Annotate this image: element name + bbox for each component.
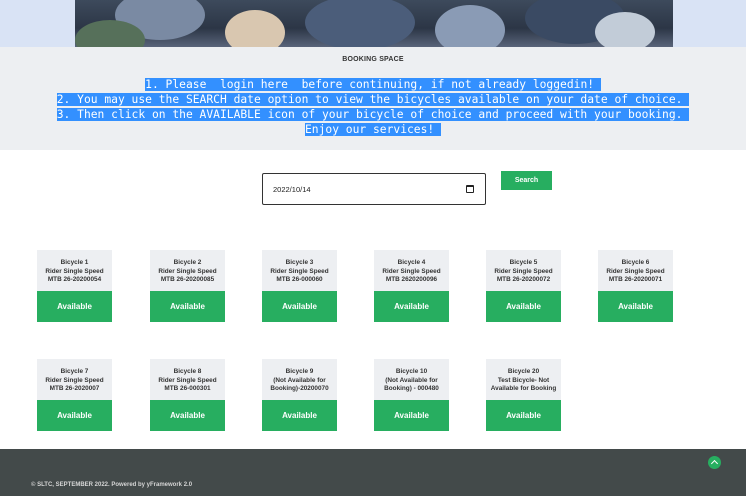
bicycle-details: Bicycle 3 Rider Single Speed MTB 26-000060 (262, 250, 337, 291)
bicycle-detail-line: Bicycle 9 (285, 368, 314, 375)
calendar-icon[interactable] (466, 185, 474, 193)
bicycle-details: Bicycle 6 Rider Single Speed MTB 26-202000… (598, 250, 673, 291)
bicycle-details: Bicycle 1 Rider Single Speed MTB 26-202000… (37, 250, 112, 291)
bicycle-detail-line: Bicycle 3 (285, 259, 314, 266)
bicycle-card: Bicycle 5 Rider Single Speed MTB 26-202000… (486, 250, 561, 323)
bicycle-card: Bicycle 10 (Not Available for Booking) - 0… (374, 359, 449, 432)
bicycle-detail-line: Booking) - 000480 (384, 385, 439, 393)
bicycle-detail-line: MTB 26-20200071 (608, 276, 663, 284)
available-button[interactable]: Available (262, 291, 337, 322)
instruction-line-1: 1. Please login here before continuing, … (145, 78, 601, 91)
bicycle-detail-line: Rider Single Speed (494, 267, 553, 275)
bicycle-details: Bicycle 20 Test Bicycle- Not Available for… (486, 359, 561, 400)
bicycle-detail-line: Bicycle 7 (60, 368, 89, 375)
bicycle-details: Bicycle 7 Rider Single Speed MTB 26-202000… (37, 359, 112, 400)
section-title: BOOKING SPACE (342, 56, 404, 63)
bicycle-details: Bicycle 10 (Not Available for Booking) - 0… (374, 359, 449, 400)
bicycle-detail-line: Rider Single Speed (45, 267, 104, 275)
bicycle-card: Bicycle 7 Rider Single Speed MTB 26-202000… (37, 359, 112, 432)
available-button[interactable]: Available (486, 400, 561, 431)
bicycle-detail-line: MTB 26-000301 (164, 385, 211, 393)
bicycle-detail-line: Bicycle 5 (509, 259, 538, 266)
bicycle-detail-line: Available for Booking (490, 385, 557, 393)
bicycle-detail-line: Rider Single Speed (270, 267, 329, 275)
bicycle-detail-line: MTB 26-20200072 (496, 276, 551, 284)
available-button[interactable]: Available (374, 291, 449, 322)
bicycle-detail-line: MTB 26-000060 (276, 276, 323, 284)
available-button[interactable]: Available (37, 400, 112, 431)
instruction-line-4: Enjoy our services! (304, 123, 442, 136)
search-button[interactable]: Search (501, 171, 552, 190)
date-input[interactable]: 2022/10/14 (262, 173, 486, 205)
bicycle-card: Bicycle 6 Rider Single Speed MTB 26-202000… (598, 250, 673, 323)
bicycle-card: Bicycle 9 (Not Available for Booking)-2020… (262, 359, 337, 432)
hero-image (75, 0, 673, 47)
bicycle-detail-line: Bicycle 8 (173, 368, 202, 375)
bicycle-detail-line: Bicycle 2 (173, 259, 202, 266)
available-button[interactable]: Available (598, 291, 673, 322)
booking-info-section: BOOKING SPACE 1. Please login here befor… (0, 47, 746, 150)
bicycle-card: Bicycle 8 Rider Single Speed MTB 26-000301… (150, 359, 225, 432)
bicycle-detail-line: MTB 26-20200054 (47, 276, 102, 284)
bicycle-card: Bicycle 4 Rider Single Speed MTB 262020009… (374, 250, 449, 323)
bicycle-detail-line: (Not Available for (273, 376, 326, 384)
bicycle-detail-line: Booking)-20200070 (270, 385, 329, 393)
available-button[interactable]: Available (37, 291, 112, 322)
bicycle-detail-line: MTB 26-2020007 (49, 385, 100, 393)
bicycle-detail-line: Bicycle 20 (507, 368, 540, 375)
available-button[interactable]: Available (374, 400, 449, 431)
bicycle-detail-line: Rider Single Speed (606, 267, 665, 275)
bicycle-card: Bicycle 3 Rider Single Speed MTB 26-000060… (262, 250, 337, 323)
footer: © SLTC, SEPTEMBER 2022. Powered by yFram… (0, 449, 746, 496)
bicycle-details: Bicycle 5 Rider Single Speed MTB 26-202000… (486, 250, 561, 291)
bicycle-details: Bicycle 4 Rider Single Speed MTB 262020009… (374, 250, 449, 291)
bicycle-detail-line: Bicycle 10 (395, 368, 428, 375)
bicycle-details: Bicycle 8 Rider Single Speed MTB 26-000301 (150, 359, 225, 400)
available-button[interactable]: Available (486, 291, 561, 322)
bicycle-details: Bicycle 2 Rider Single Speed MTB 26-202000… (150, 250, 225, 291)
bicycle-detail-line: Rider Single Speed (382, 267, 441, 275)
bicycle-detail-line: MTB 2620200096 (385, 276, 438, 284)
scroll-to-top-icon[interactable] (708, 456, 721, 469)
bicycle-detail-line: Rider Single Speed (45, 376, 104, 384)
footer-copyright: © SLTC, SEPTEMBER 2022. Powered by yFram… (31, 482, 193, 488)
bicycle-detail-line: Bicycle 4 (397, 259, 426, 266)
available-button[interactable]: Available (262, 400, 337, 431)
bicycle-detail-line: Bicycle 6 (621, 259, 650, 266)
bicycle-detail-line: (Not Available for (385, 376, 438, 384)
bicycle-detail-line: Test Bicycle- Not (497, 376, 550, 384)
bicycle-details: Bicycle 9 (Not Available for Booking)-2020… (262, 359, 337, 400)
page: BOOKING SPACE 1. Please login here befor… (0, 0, 746, 496)
bicycle-detail-line: Bicycle 1 (60, 259, 89, 266)
available-button[interactable]: Available (150, 400, 225, 431)
bicycle-detail-line: Rider Single Speed (158, 267, 217, 275)
bicycle-detail-line: Rider Single Speed (158, 376, 217, 384)
bicycle-card: Bicycle 2 Rider Single Speed MTB 26-202000… (150, 250, 225, 323)
instruction-line-3: 3. Then click on the AVAILABLE icon of y… (56, 108, 690, 121)
bicycle-card: Bicycle 20 Test Bicycle- Not Available for… (486, 359, 561, 432)
bicycle-detail-line: MTB 26-20200085 (160, 276, 215, 284)
available-button[interactable]: Available (150, 291, 225, 322)
bicycle-card: Bicycle 1 Rider Single Speed MTB 26-202000… (37, 250, 112, 323)
instruction-line-2: 2. You may use the SEARCH date option to… (56, 93, 690, 106)
date-value: 2022/10/14 (273, 185, 311, 194)
